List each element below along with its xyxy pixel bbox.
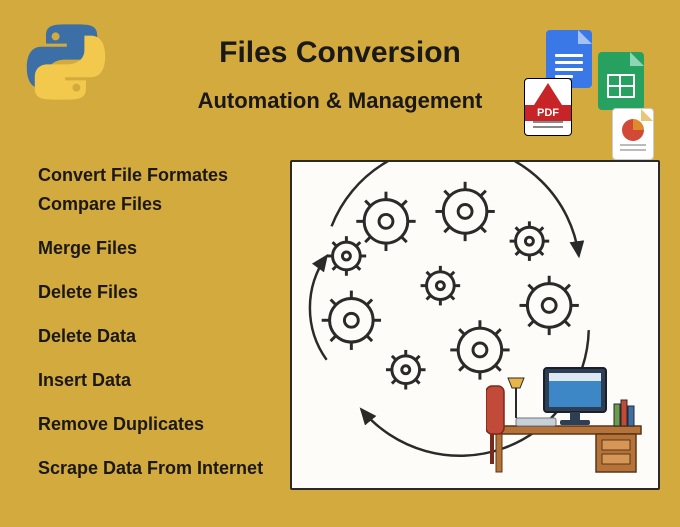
presentation-file-icon xyxy=(612,108,654,160)
feature-item: Convert File Formates xyxy=(38,165,263,186)
pdf-file-icon: PDF xyxy=(524,78,572,136)
feature-item: Scrape Data From Internet xyxy=(38,458,263,479)
feature-item: Remove Duplicates xyxy=(38,414,263,435)
feature-list: Convert File Formates Compare Files Merg… xyxy=(38,165,263,502)
feature-item: Delete Files xyxy=(38,282,263,303)
feature-item: Insert Data xyxy=(38,370,263,391)
file-type-icons-group: PDF xyxy=(516,30,666,160)
feature-item: Delete Data xyxy=(38,326,263,347)
pdf-label: PDF xyxy=(525,105,571,121)
google-sheets-icon xyxy=(598,52,644,110)
computer-desk-icon xyxy=(486,356,646,476)
feature-item: Compare Files xyxy=(38,194,263,215)
feature-item: Merge Files xyxy=(38,238,263,259)
gears-illustration-panel xyxy=(290,160,660,490)
